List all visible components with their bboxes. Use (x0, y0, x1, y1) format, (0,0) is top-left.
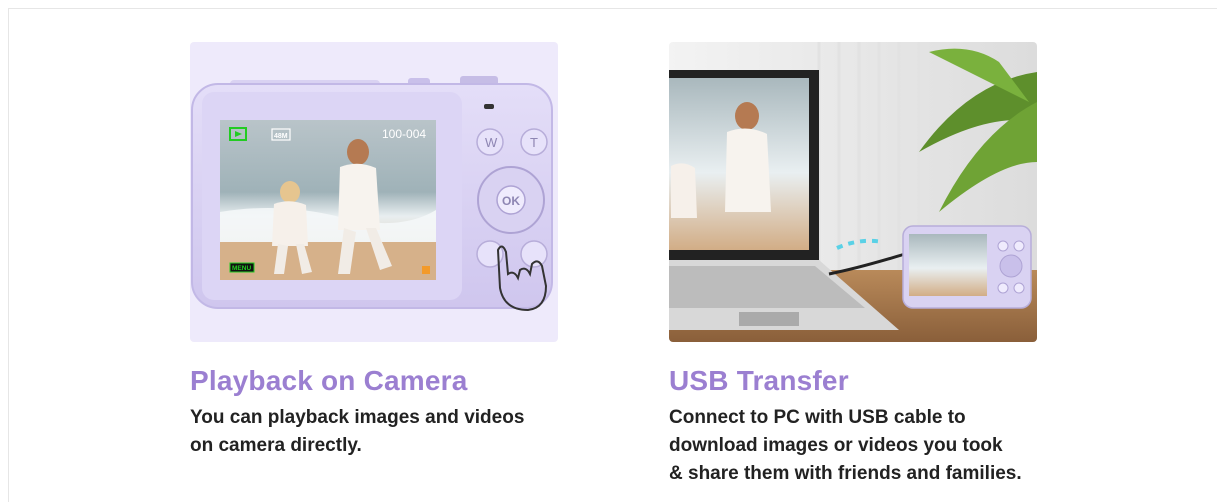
camera-playback-image: 48M 100-004 MENU W T OK (190, 42, 558, 342)
menu-label: MENU (232, 265, 251, 272)
feature-description: You can playback images and videos on ca… (190, 407, 525, 456)
zoom-tele-label: T (530, 135, 538, 150)
resolution-badge: 48M (274, 133, 288, 140)
feature-title: USB Transfer (669, 365, 849, 396)
feature-description: Connect to PC with USB cable to download… (669, 407, 1022, 484)
file-counter: 100-004 (382, 127, 426, 141)
ok-label: OK (502, 194, 520, 208)
feature-card-usb-transfer: USB Transfer Connect to PC with USB cabl… (669, 42, 1041, 488)
feature-title: Playback on Camera (190, 365, 468, 396)
usb-transfer-image (669, 42, 1037, 342)
zoom-wide-label: W (485, 135, 498, 150)
feature-card-playback: 48M 100-004 MENU W T OK Playback on Came… (190, 42, 560, 460)
